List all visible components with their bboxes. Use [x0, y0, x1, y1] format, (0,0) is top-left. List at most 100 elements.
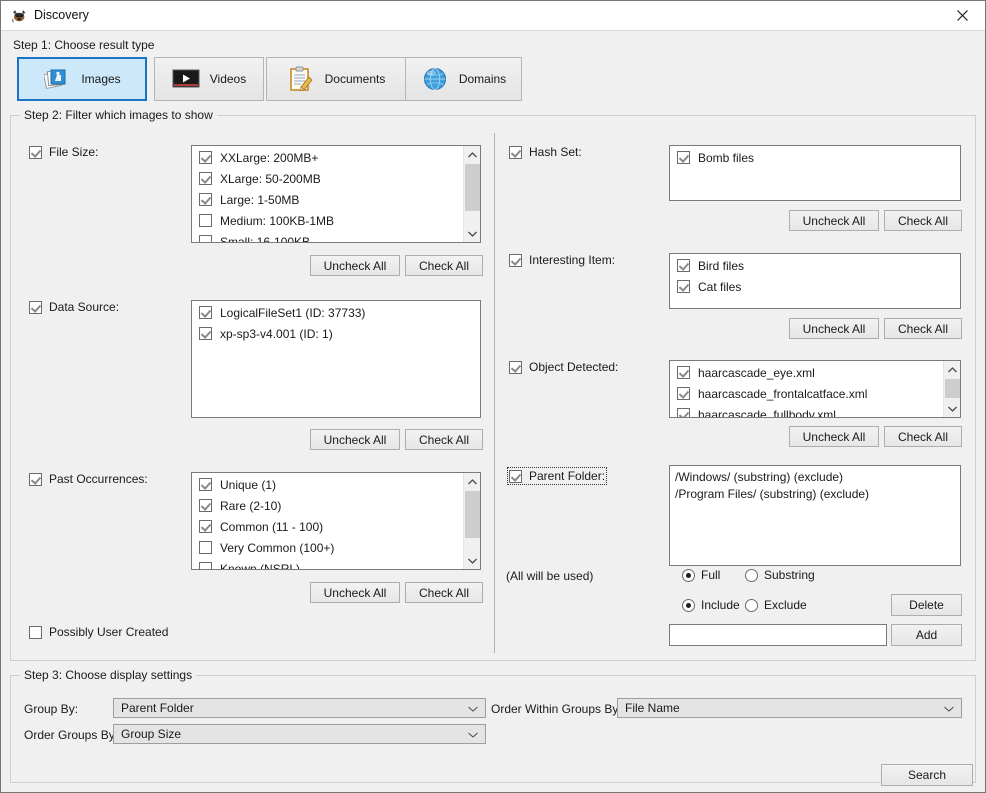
filter-object-detected-toggle[interactable]: Object Detected:: [509, 360, 618, 374]
order-groups-by-select[interactable]: Group Size: [113, 724, 486, 744]
past-occurrences-uncheck-all-button[interactable]: Uncheck All: [310, 582, 400, 603]
list-item[interactable]: Bomb files: [670, 147, 958, 168]
past-occurrences-scrollbar[interactable]: [463, 473, 480, 569]
filter-file-size-toggle[interactable]: File Size:: [29, 145, 98, 159]
list-item[interactable]: haarcascade_fullbody.xml: [670, 404, 942, 418]
interesting-item-uncheck-all-button[interactable]: Uncheck All: [789, 318, 879, 339]
interesting-item-check-all-button[interactable]: Check All: [884, 318, 962, 339]
parent-folder-entry[interactable]: /Program Files/ (substring) (exclude): [675, 486, 955, 503]
scroll-down-icon[interactable]: [464, 225, 481, 242]
object-detected-list[interactable]: haarcascade_eye.xml haarcascade_frontalc…: [669, 360, 961, 418]
radio-label: Full: [701, 568, 720, 582]
parent-folder-entries[interactable]: /Windows/ (substring) (exclude) /Program…: [669, 465, 961, 566]
list-item[interactable]: xp-sp3-v4.001 (ID: 1): [192, 323, 478, 344]
file-size-list[interactable]: XXLarge: 200MB+ XLarge: 50-200MB Large: …: [191, 145, 481, 243]
filter-parent-folder-toggle[interactable]: Parent Folder:: [509, 469, 605, 483]
result-type-documents[interactable]: Documents: [266, 57, 406, 101]
order-groups-by-label: Order Groups By:: [24, 728, 118, 742]
list-item[interactable]: Large: 1-50MB: [192, 189, 462, 210]
parent-folder-mode-exclude[interactable]: Exclude: [745, 598, 807, 612]
past-occurrences-check-all-button[interactable]: Check All: [405, 582, 483, 603]
radio-label: Include: [701, 598, 740, 612]
list-item[interactable]: Common (11 - 100): [192, 516, 462, 537]
search-button[interactable]: Search: [881, 764, 973, 786]
checkbox-icon: [199, 306, 212, 319]
chevron-down-icon: [468, 701, 478, 715]
list-item[interactable]: Very Common (100+): [192, 537, 462, 558]
radio-icon: [682, 599, 695, 612]
filter-possibly-user-created-toggle[interactable]: Possibly User Created: [29, 625, 168, 639]
window-title: Discovery: [34, 8, 89, 22]
order-within-groups-by-label: Order Within Groups By:: [491, 702, 622, 716]
parent-folder-add-button[interactable]: Add: [891, 624, 962, 646]
file-size-scrollbar[interactable]: [463, 146, 480, 242]
list-item[interactable]: LogicalFileSet1 (ID: 37733): [192, 302, 478, 323]
list-item-label: Very Common (100+): [220, 541, 334, 555]
scroll-thumb[interactable]: [465, 491, 480, 538]
data-source-list[interactable]: LogicalFileSet1 (ID: 37733) xp-sp3-v4.00…: [191, 300, 481, 418]
list-item[interactable]: Unique (1): [192, 474, 462, 495]
result-type-domains[interactable]: Domains: [405, 57, 522, 101]
list-item[interactable]: haarcascade_frontalcatface.xml: [670, 383, 942, 404]
file-size-check-all-button[interactable]: Check All: [405, 255, 483, 276]
filter-data-source-toggle[interactable]: Data Source:: [29, 300, 119, 314]
close-button[interactable]: [939, 1, 985, 30]
scroll-up-icon[interactable]: [464, 146, 481, 163]
file-size-uncheck-all-button[interactable]: Uncheck All: [310, 255, 400, 276]
list-item[interactable]: XXLarge: 200MB+: [192, 147, 462, 168]
parent-folder-match-full[interactable]: Full: [682, 568, 720, 582]
filter-interesting-item-label: Interesting Item:: [529, 253, 615, 267]
scroll-up-icon[interactable]: [944, 361, 961, 378]
list-item[interactable]: haarcascade_eye.xml: [670, 362, 942, 383]
past-occurrences-list[interactable]: Unique (1) Rare (2-10) Common (11 - 100)…: [191, 472, 481, 570]
checkbox-icon: [29, 301, 42, 314]
parent-folder-input[interactable]: [669, 624, 887, 646]
parent-folder-delete-button[interactable]: Delete: [891, 594, 962, 616]
list-item[interactable]: Known (NSRL): [192, 558, 462, 570]
checkbox-icon: [677, 280, 690, 293]
data-source-uncheck-all-button[interactable]: Uncheck All: [310, 429, 400, 450]
radio-label: Exclude: [764, 598, 807, 612]
scroll-down-icon[interactable]: [944, 400, 961, 417]
order-within-groups-by-select[interactable]: File Name: [617, 698, 962, 718]
scroll-thumb[interactable]: [945, 379, 960, 398]
parent-folder-note: (All will be used): [506, 569, 593, 583]
object-detected-check-all-button[interactable]: Check All: [884, 426, 962, 447]
group-by-select[interactable]: Parent Folder: [113, 698, 486, 718]
result-type-images[interactable]: Images: [17, 57, 147, 101]
step2-heading: Step 2: Filter which images to show: [20, 108, 217, 122]
object-detected-uncheck-all-button[interactable]: Uncheck All: [789, 426, 879, 447]
checkbox-icon: [199, 562, 212, 570]
hash-set-check-all-button[interactable]: Check All: [884, 210, 962, 231]
list-item[interactable]: Medium: 100KB-1MB: [192, 210, 462, 231]
checkbox-icon: [677, 259, 690, 272]
parent-folder-match-substring[interactable]: Substring: [745, 568, 815, 582]
list-item[interactable]: Small: 16-100KB: [192, 231, 462, 243]
filter-hash-set-label: Hash Set:: [529, 145, 582, 159]
filter-hash-set-toggle[interactable]: Hash Set:: [509, 145, 582, 159]
group-by-label: Group By:: [24, 702, 78, 716]
interesting-item-list[interactable]: Bird files Cat files: [669, 253, 961, 309]
hash-set-list[interactable]: Bomb files: [669, 145, 961, 201]
globe-icon: [421, 65, 449, 93]
hash-set-uncheck-all-button[interactable]: Uncheck All: [789, 210, 879, 231]
list-item-label: haarcascade_frontalcatface.xml: [698, 387, 867, 401]
filter-past-occurrences-toggle[interactable]: Past Occurrences:: [29, 472, 148, 486]
parent-folder-entry[interactable]: /Windows/ (substring) (exclude): [675, 469, 955, 486]
list-item[interactable]: Bird files: [670, 255, 958, 276]
list-item[interactable]: XLarge: 50-200MB: [192, 168, 462, 189]
data-source-check-all-button[interactable]: Check All: [405, 429, 483, 450]
parent-folder-mode-include[interactable]: Include: [682, 598, 740, 612]
scroll-down-icon[interactable]: [464, 552, 481, 569]
filter-interesting-item-toggle[interactable]: Interesting Item:: [509, 253, 615, 267]
filter-past-occurrences-label: Past Occurrences:: [49, 472, 148, 486]
scroll-up-icon[interactable]: [464, 473, 481, 490]
list-item[interactable]: Cat files: [670, 276, 958, 297]
filter-parent-folder-label: Parent Folder:: [529, 469, 605, 483]
scroll-thumb[interactable]: [465, 164, 480, 211]
list-item[interactable]: Rare (2-10): [192, 495, 462, 516]
result-type-videos[interactable]: Videos: [154, 57, 264, 101]
object-detected-scrollbar[interactable]: [943, 361, 960, 417]
chevron-down-icon: [944, 701, 954, 715]
list-item-label: XXLarge: 200MB+: [220, 151, 318, 165]
